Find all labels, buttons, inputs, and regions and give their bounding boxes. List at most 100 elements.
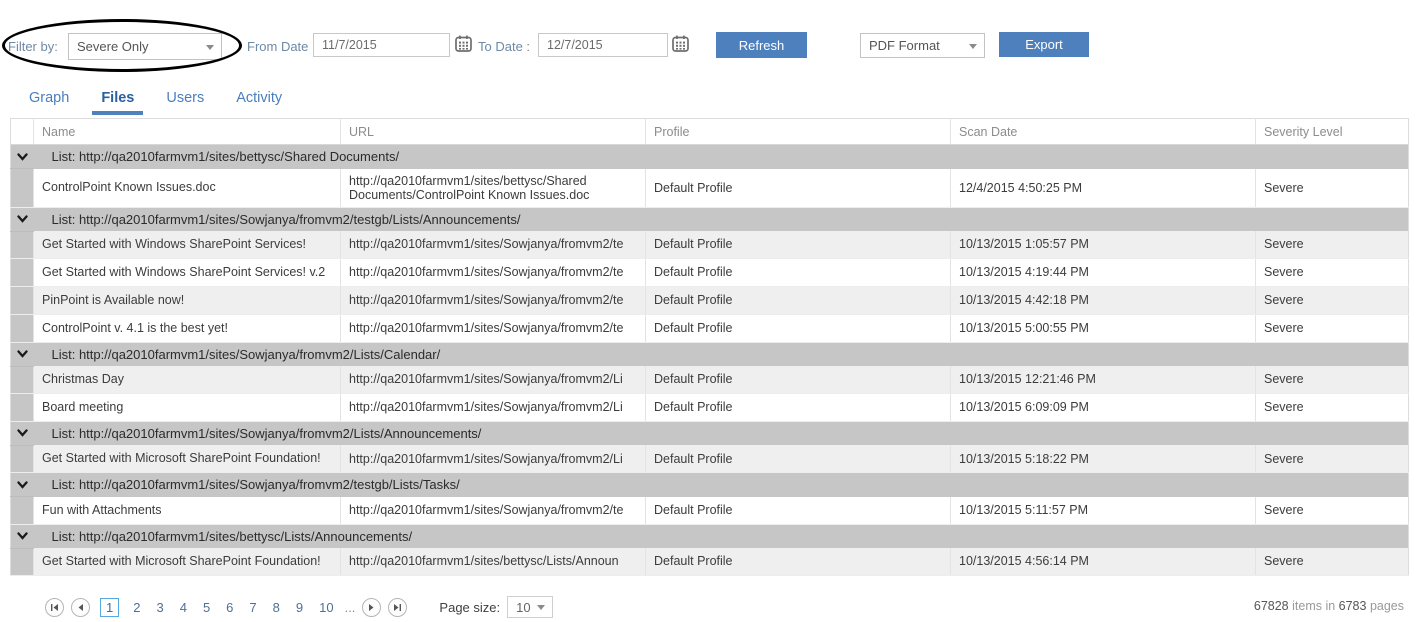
tab-files[interactable]: Files [92,86,143,115]
collapse-group-icon[interactable] [11,145,34,169]
column-header-name[interactable]: Name [34,119,341,145]
collapse-group-icon[interactable] [11,207,34,231]
cell-scan-date: 10/13/2015 4:42:18 PM [951,286,1256,314]
cell-profile: Default Profile [646,314,951,342]
collapse-group-icon[interactable] [11,421,34,445]
table-row[interactable]: PinPoint is Available now!http://qa2010f… [11,286,1409,314]
last-page-button[interactable] [388,598,407,617]
chevron-down-icon [206,45,214,50]
cell-profile: Default Profile [646,393,951,421]
cell-scan-date: 10/13/2015 5:11:57 PM [951,497,1256,524]
page-number[interactable]: 2 [128,599,145,616]
cell-scan-date: 10/13/2015 5:18:22 PM [951,445,1256,472]
table-row[interactable]: Get Started with Microsoft SharePoint Fo… [11,445,1409,472]
cell-profile: Default Profile [646,497,951,524]
cell-scan-date: 10/13/2015 4:56:14 PM [951,548,1256,575]
cell-severity: Severe [1256,366,1409,393]
calendar-icon[interactable] [455,35,472,57]
cell-name: Fun with Attachments [34,497,341,524]
table-row[interactable]: Board meetinghttp://qa2010farmvm1/sites/… [11,393,1409,421]
row-indent [11,393,34,421]
filter-by-label: Filter by: [8,39,58,54]
current-page-number[interactable]: 1 [100,598,119,617]
export-button[interactable]: Export [999,32,1089,57]
group-header-row: List: http://qa2010farmvm1/sites/Sowjany… [11,342,1409,366]
cell-scan-date: 10/13/2015 6:09:09 PM [951,393,1256,421]
pages-count: 6783 [1339,599,1367,613]
collapse-group-icon[interactable] [11,342,34,366]
row-indent [11,497,34,524]
column-header-profile[interactable]: Profile [646,119,951,145]
page-number[interactable]: 10 [314,599,338,616]
page-size-value: 10 [516,600,530,615]
cell-url: http://qa2010farmvm1/sites/Sowjanya/from… [341,258,646,286]
to-date-input[interactable]: 12/7/2015 [538,33,668,57]
files-grid: Name URL Profile Scan Date Severity Leve… [10,118,1408,576]
tab-users[interactable]: Users [157,86,213,115]
cell-url: http://qa2010farmvm1/sites/Sowjanya/from… [341,393,646,421]
collapse-group-icon[interactable] [11,473,34,497]
page-number[interactable]: 9 [291,599,308,616]
view-tabs: Graph Files Users Activity [20,86,305,115]
calendar-icon[interactable] [672,35,689,57]
table-row[interactable]: Fun with Attachmentshttp://qa2010farmvm1… [11,497,1409,524]
page-size-label: Page size: [439,600,500,615]
expand-column-header [11,119,34,145]
page-ellipsis[interactable]: ... [345,600,356,615]
column-header-url[interactable]: URL [341,119,646,145]
cell-profile: Default Profile [646,169,951,208]
first-page-button[interactable] [45,598,64,617]
row-indent [11,314,34,342]
cell-profile: Default Profile [646,258,951,286]
pager: 123456789 10 ... Page size: 10 67828 item… [10,592,1408,622]
page-number[interactable]: 7 [244,599,261,616]
tab-activity[interactable]: Activity [227,86,291,115]
previous-page-button[interactable] [71,598,90,617]
items-count-summary: 67828 items in 6783 pages [1254,599,1404,613]
refresh-button[interactable]: Refresh [716,32,807,58]
cell-severity: Severe [1256,445,1409,472]
page-number[interactable]: 8 [268,599,285,616]
collapse-group-icon[interactable] [11,524,34,548]
tab-graph[interactable]: Graph [20,86,78,115]
cell-name: Get Started with Windows SharePoint Serv… [34,231,341,258]
cell-url: http://qa2010farmvm1/sites/Sowjanya/from… [341,497,646,524]
cell-url: http://qa2010farmvm1/sites/Sowjanya/from… [341,314,646,342]
group-header-row: List: http://qa2010farmvm1/sites/Sowjany… [11,421,1409,445]
cell-scan-date: 10/13/2015 1:05:57 PM [951,231,1256,258]
table-row[interactable]: Christmas Dayhttp://qa2010farmvm1/sites/… [11,366,1409,393]
export-format-value: PDF Format [869,38,940,53]
column-header-scan-date[interactable]: Scan Date [951,119,1256,145]
group-header-row: List: http://qa2010farmvm1/sites/Sowjany… [11,473,1409,497]
column-header-severity[interactable]: Severity Level [1256,119,1409,145]
cell-name: ControlPoint v. 4.1 is the best yet! [34,314,341,342]
group-header-label: List: http://qa2010farmvm1/sites/Sowjany… [34,342,1409,366]
table-row[interactable]: ControlPoint Known Issues.dochttp://qa20… [11,169,1409,208]
page-size-dropdown[interactable]: 10 [507,596,553,618]
page-number[interactable]: 6 [221,599,238,616]
cell-scan-date: 10/13/2015 5:00:55 PM [951,314,1256,342]
table-row[interactable]: Get Started with Windows SharePoint Serv… [11,258,1409,286]
from-date-input[interactable]: 11/7/2015 [313,33,450,57]
cell-url: http://qa2010farmvm1/sites/Sowjanya/from… [341,286,646,314]
table-row[interactable]: ControlPoint v. 4.1 is the best yet!http… [11,314,1409,342]
row-indent [11,286,34,314]
export-format-dropdown[interactable]: PDF Format [860,33,985,58]
table-row[interactable]: Get Started with Windows SharePoint Serv… [11,231,1409,258]
table-row[interactable]: Get Started with Microsoft SharePoint Fo… [11,548,1409,575]
page-number[interactable]: 3 [151,599,168,616]
cell-severity: Severe [1256,393,1409,421]
cell-url: http://qa2010farmvm1/sites/Sowjanya/from… [341,445,646,472]
cell-url: http://qa2010farmvm1/sites/Sowjanya/from… [341,231,646,258]
cell-name: Board meeting [34,393,341,421]
page-number[interactable]: 4 [175,599,192,616]
cell-name: Christmas Day [34,366,341,393]
group-header-label: List: http://qa2010farmvm1/sites/Sowjany… [34,421,1409,445]
page-number[interactable]: 5 [198,599,215,616]
group-header-label: List: http://qa2010farmvm1/sites/Sowjany… [34,207,1409,231]
group-header-row: List: http://qa2010farmvm1/sites/bettysc… [11,524,1409,548]
next-page-button[interactable] [362,598,381,617]
severity-filter-dropdown[interactable]: Severe Only [68,33,222,60]
files-table-body: List: http://qa2010farmvm1/sites/bettysc… [11,145,1409,576]
cell-severity: Severe [1256,231,1409,258]
